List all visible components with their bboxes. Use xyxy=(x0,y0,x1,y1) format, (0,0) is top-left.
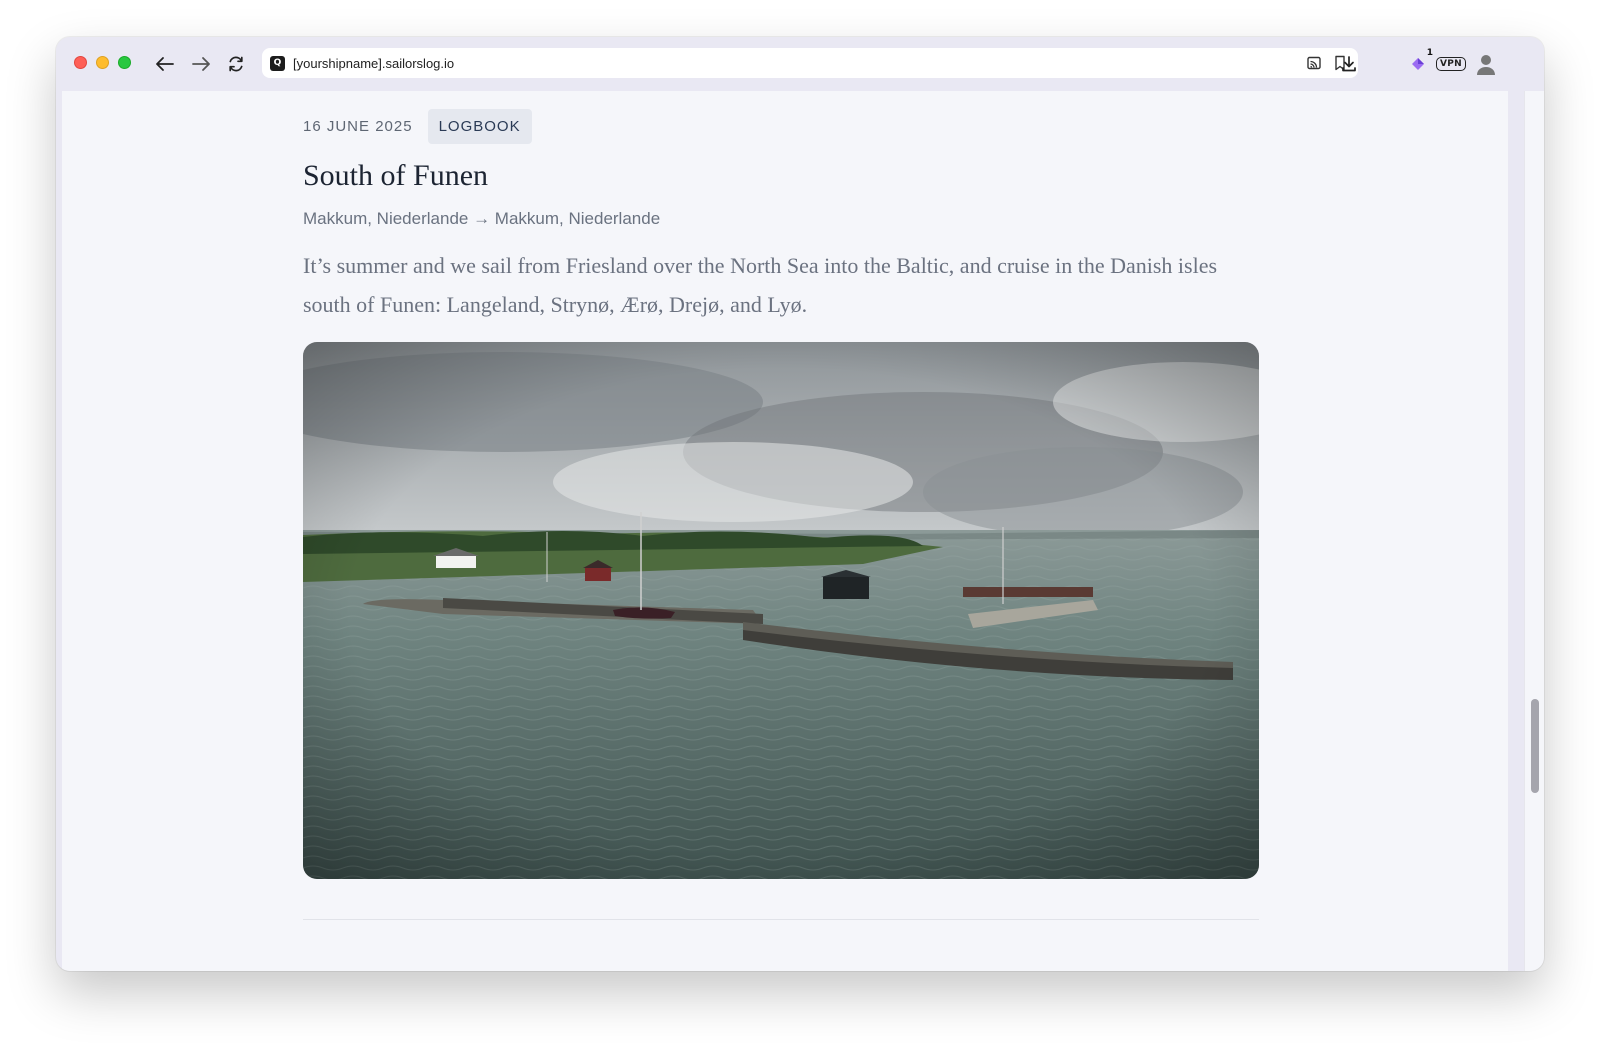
entry-meta: 16 JUNE 2025 LOGBOOK xyxy=(303,109,532,144)
harbor-photo-image xyxy=(303,342,1259,879)
download-icon xyxy=(1342,56,1356,72)
close-window-button[interactable] xyxy=(74,56,87,69)
browser-window: Q [yourshipname].sailorslog.io 1 VPN 16 … xyxy=(56,37,1544,971)
arrow-right-icon xyxy=(192,57,210,71)
category-tag[interactable]: LOGBOOK xyxy=(427,109,532,144)
entry-title[interactable]: South of Funen xyxy=(303,159,488,193)
download-button[interactable] xyxy=(1337,52,1361,76)
browser-toolbar: Q [yourshipname].sailorslog.io 1 VPN xyxy=(56,37,1544,91)
back-button[interactable] xyxy=(153,52,177,76)
page-content: 16 JUNE 2025 LOGBOOK South of Funen Makk… xyxy=(62,91,1508,971)
entry-route: Makkum, Niederlande → Makkum, Niederland… xyxy=(303,209,661,228)
url-text[interactable]: [yourshipname].sailorslog.io xyxy=(293,56,1304,71)
entry-date: 16 JUNE 2025 xyxy=(303,118,413,135)
reload-icon xyxy=(229,56,243,72)
extension-button[interactable]: 1 xyxy=(1406,48,1433,76)
forward-button[interactable] xyxy=(189,52,213,76)
entry-divider xyxy=(303,919,1259,920)
cast-icon xyxy=(1307,56,1321,70)
entry-cover-photo[interactable] xyxy=(303,342,1259,879)
profile-button[interactable] xyxy=(1474,52,1498,76)
vpn-button[interactable]: VPN xyxy=(1436,52,1466,76)
reload-button[interactable] xyxy=(224,52,248,76)
arrow-left-icon xyxy=(156,57,174,71)
site-favicon-icon: Q xyxy=(270,55,285,71)
zoom-window-button[interactable] xyxy=(118,56,131,69)
scrollbar[interactable] xyxy=(1524,91,1544,971)
entry-summary: It’s summer and we sail from Friesland o… xyxy=(303,253,1218,317)
minimize-window-button[interactable] xyxy=(96,56,109,69)
address-bar[interactable]: Q [yourshipname].sailorslog.io xyxy=(262,48,1358,78)
cast-button[interactable] xyxy=(1304,53,1324,73)
extension-badge: 1 xyxy=(1426,48,1433,58)
profile-avatar-icon xyxy=(1477,55,1495,75)
diamond-extension-icon xyxy=(1412,58,1424,70)
vpn-label: VPN xyxy=(1436,57,1466,71)
scrollbar-thumb[interactable] xyxy=(1531,699,1539,793)
